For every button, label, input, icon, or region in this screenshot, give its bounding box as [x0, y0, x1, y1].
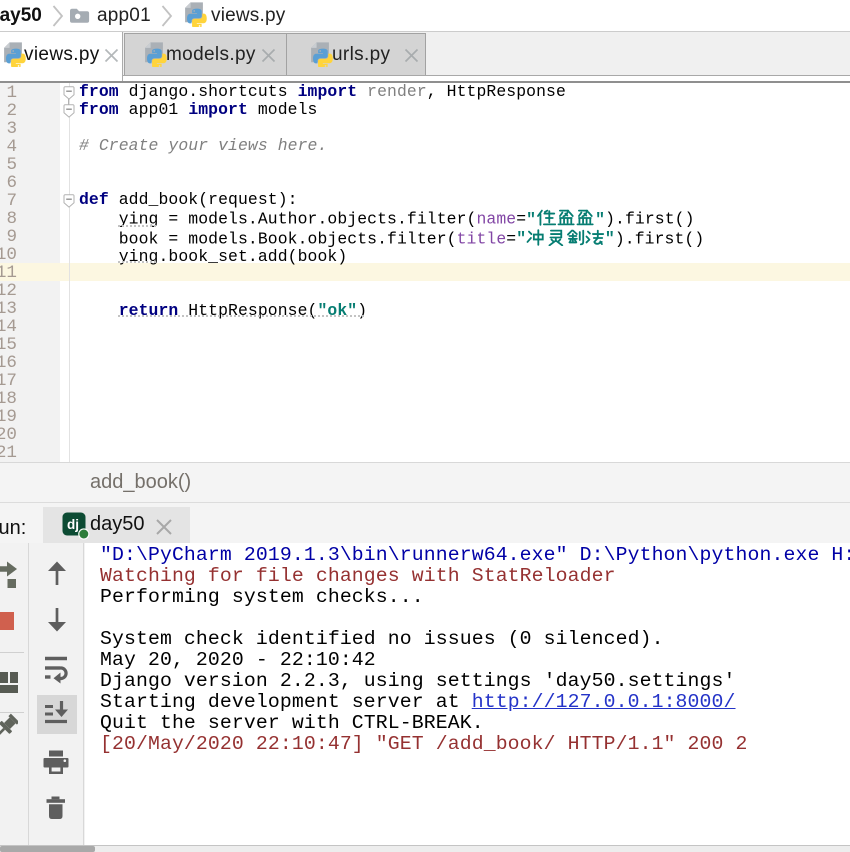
svg-text:dj: dj: [67, 517, 79, 532]
